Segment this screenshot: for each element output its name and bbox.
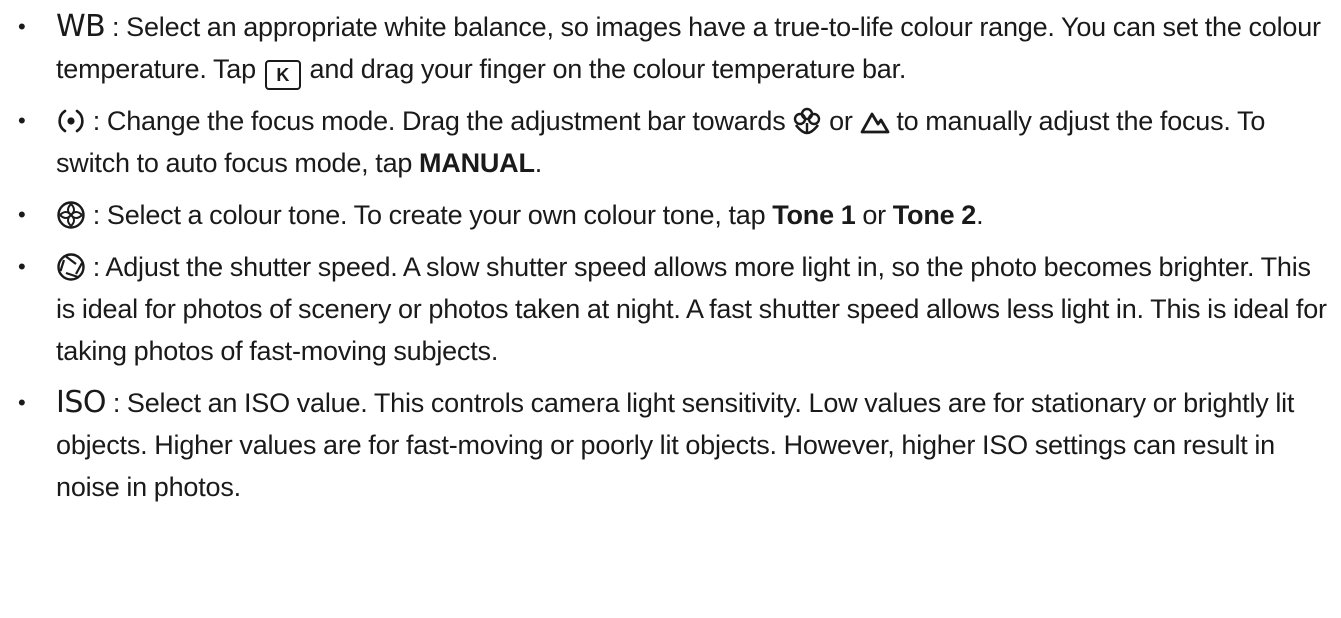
text-segment: : Select a colour tone. To create your o…: [86, 200, 773, 230]
text-segment: and drag your finger on the colour tempe…: [302, 54, 907, 84]
list-item-shutter-speed: • : Adjust the shutter speed. A slow shu…: [18, 246, 1331, 372]
kelvin-key-icon: K: [264, 60, 301, 90]
macro-flower-icon: [792, 106, 822, 136]
focus-icon: [56, 106, 86, 136]
item-text: WB : Select an appropriate white balance…: [56, 6, 1331, 90]
list-item-colour-tone: • : Select a colour tone. To create your…: [18, 194, 1331, 236]
text-segment: or: [855, 200, 893, 230]
bullet: •: [18, 202, 26, 227]
landscape-mountain-icon: [860, 106, 890, 136]
text-segment: : Select an ISO value. This controls cam…: [56, 388, 1295, 502]
item-text: ISO : Select an ISO value. This controls…: [56, 382, 1331, 508]
iso-label: ISO: [56, 385, 107, 420]
shutter-speed-icon: [56, 252, 86, 282]
text-segment: .: [976, 200, 984, 230]
item-text: : Select a colour tone. To create your o…: [56, 194, 1331, 236]
bullet: •: [18, 14, 26, 39]
text-segment: or: [822, 106, 860, 136]
tone-2-keyword: Tone 2: [892, 200, 977, 230]
camera-pro-mode-options-list: • WB : Select an appropriate white balan…: [0, 0, 1341, 618]
bullet: •: [18, 108, 26, 133]
colour-tone-icon: [56, 200, 86, 230]
item-text: : Adjust the shutter speed. A slow shutt…: [56, 246, 1331, 372]
list-item-iso: • ISO : Select an ISO value. This contro…: [18, 382, 1331, 508]
text-segment: : Adjust the shutter speed. A slow shutt…: [56, 252, 1327, 366]
bullet: •: [18, 254, 26, 279]
wb-label: WB: [56, 9, 106, 44]
bullet: •: [18, 390, 26, 415]
tone-1-keyword: Tone 1: [772, 200, 856, 230]
item-text: : Change the focus mode. Drag the adjust…: [56, 100, 1331, 184]
manual-keyword: MANUAL: [419, 148, 535, 178]
text-segment: .: [534, 148, 543, 178]
text-segment: : Change the focus mode. Drag the adjust…: [86, 106, 793, 136]
list-item-focus: • : Change the focus mode. Drag the adju…: [18, 100, 1331, 184]
list-item-white-balance: • WB : Select an appropriate white balan…: [18, 6, 1331, 90]
